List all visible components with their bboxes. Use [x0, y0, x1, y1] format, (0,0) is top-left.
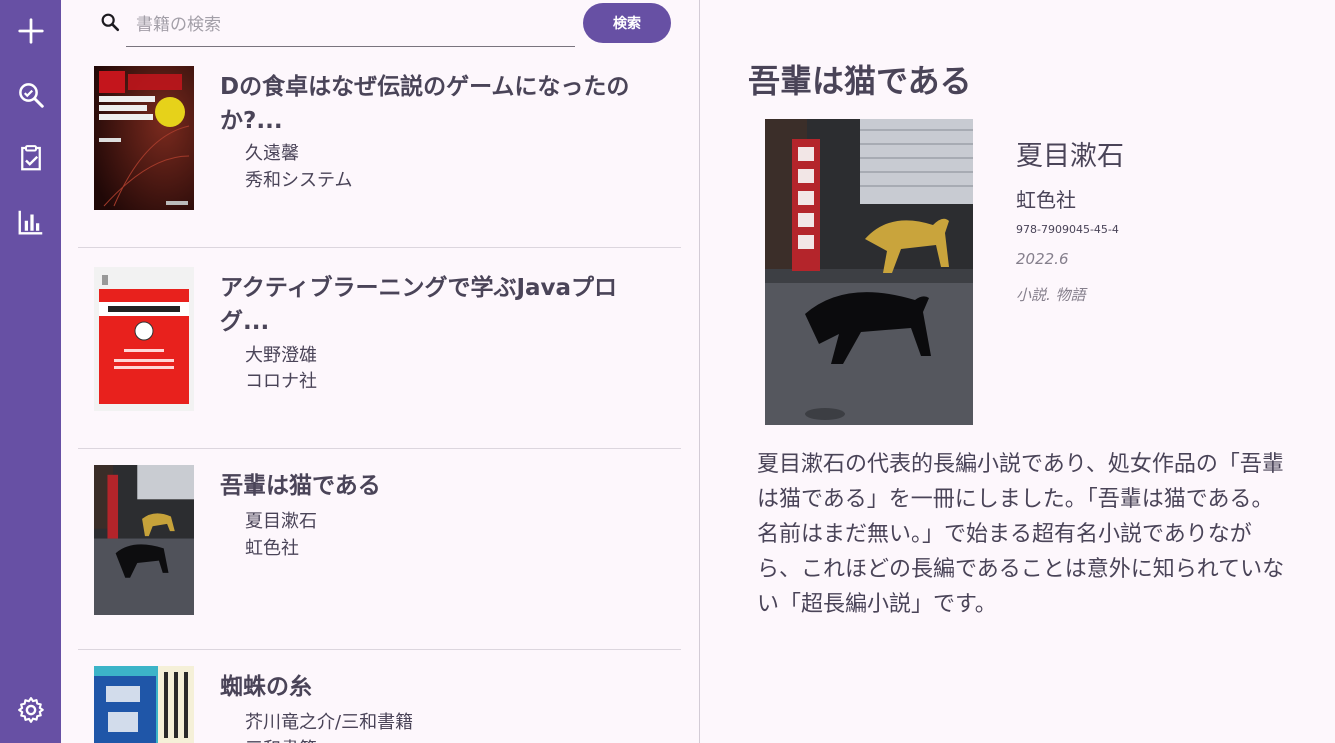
pane-divider [699, 0, 700, 743]
book-publisher: コロナ社 [245, 371, 317, 392]
detail-description: 夏目漱石の代表的長編小説であり、処女作品の「吾輩は猫である」を一冊にしました。「… [757, 452, 1285, 617]
book-title: 吾輩は猫である [220, 473, 381, 499]
book-cover-thumbnail [94, 267, 194, 411]
search-icon [101, 13, 120, 32]
gear-icon [17, 697, 44, 723]
book-title: 蜘蛛の糸 [220, 674, 312, 700]
search-nav-button[interactable] [0, 67, 61, 123]
tasks-nav-button[interactable] [0, 130, 61, 186]
detail-date: 2022.6 [1016, 250, 1069, 268]
book-cover-thumbnail [94, 666, 194, 743]
book-author: 芥川竜之介/三和書籍 [245, 712, 414, 733]
book-author: 夏目漱石 [245, 511, 317, 532]
search-input[interactable] [126, 4, 575, 47]
settings-button[interactable] [0, 682, 61, 738]
detail-author: 夏目漱石 [1016, 141, 1124, 172]
book-publisher: 三和書籍 [245, 735, 317, 743]
detail-book-cover [765, 119, 973, 425]
navigation-rail [0, 0, 61, 743]
book-title: Dの食卓はなぜ伝説のゲームになったのか?... [220, 74, 630, 134]
detail-publisher: 虹色社 [1016, 188, 1076, 212]
bar-chart-icon [18, 210, 42, 235]
list-item[interactable]: アクティブラーニングで学ぶJavaプログ... 大野澄雄 コロナ社 [78, 267, 681, 449]
search-button[interactable]: 検索 [583, 3, 671, 43]
book-publisher: 虹色社 [245, 538, 299, 559]
add-book-button[interactable] [0, 3, 61, 59]
plus-icon [17, 18, 44, 44]
book-author: 久遠馨 [245, 143, 299, 164]
list-item[interactable]: 吾輩は猫である 夏目漱石 虹色社 [78, 465, 681, 650]
book-publisher: 秀和システム [245, 170, 353, 191]
book-cover-thumbnail [94, 66, 194, 210]
list-item[interactable]: 蜘蛛の糸 芥川竜之介/三和書籍 三和書籍 [78, 666, 681, 743]
book-list-pane: 検索 Dの食卓はなぜ伝説のゲームになったのか?... 久遠馨 秀和システム [61, 0, 699, 743]
stats-nav-button[interactable] [0, 194, 61, 250]
detail-genre: 小説. 物語 [1016, 286, 1086, 304]
list-item[interactable]: Dの食卓はなぜ伝説のゲームになったのか?... 久遠馨 秀和システム [78, 66, 681, 248]
detail-title: 吾輩は猫である [748, 62, 972, 100]
book-author: 大野澄雄 [245, 345, 317, 366]
book-cover-thumbnail [94, 465, 194, 615]
book-title: アクティブラーニングで学ぶJavaプログ... [220, 275, 618, 335]
clipboard-check-icon [20, 145, 41, 171]
detail-isbn: 978-7909045-45-4 [1016, 223, 1119, 236]
zoom-search-icon [18, 83, 44, 108]
